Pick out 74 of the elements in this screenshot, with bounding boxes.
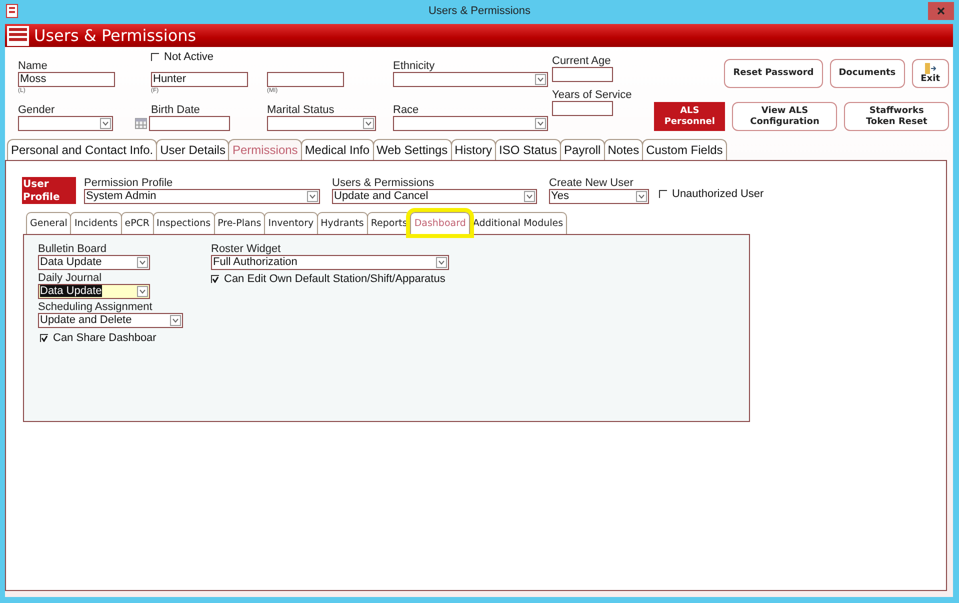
caret-icon xyxy=(535,74,546,85)
dropdown[interactable] xyxy=(393,72,548,87)
caret-icon xyxy=(170,315,181,326)
dropdown[interactable]: Yes xyxy=(549,189,649,204)
text-field[interactable] xyxy=(552,67,613,82)
text-field[interactable]: Hunter xyxy=(151,72,248,87)
tab[interactable]: Permissions xyxy=(228,139,302,160)
dropdown[interactable]: System Admin xyxy=(84,189,320,204)
check-icon xyxy=(41,335,48,342)
exit-door-icon xyxy=(924,62,936,74)
field-label: Permission Profile xyxy=(84,177,174,189)
field-label: Birth Date xyxy=(151,104,201,116)
field-label: Years of Service xyxy=(552,89,633,101)
field-label: Name xyxy=(18,60,48,72)
dropdown[interactable] xyxy=(393,116,548,131)
field-label: Race xyxy=(393,104,420,116)
field-label: Marital Status xyxy=(267,104,336,116)
toolbar-button[interactable]: Staffworks Token Reset xyxy=(844,102,949,131)
field-label: Current Age xyxy=(552,55,612,67)
toolbar-button[interactable]: Exit xyxy=(912,59,949,88)
dropdown[interactable] xyxy=(18,116,113,131)
dropdown[interactable]: Data Update xyxy=(38,255,150,270)
field-label: Users & Permissions xyxy=(332,177,436,189)
dropdown[interactable] xyxy=(267,116,376,131)
tab[interactable]: Personal and Contact Info. xyxy=(7,139,158,160)
caret-icon xyxy=(100,118,111,129)
text-field[interactable] xyxy=(552,101,613,116)
share-checkbox[interactable]: Can Share Dashboar xyxy=(40,332,211,344)
unauthorized-checkbox[interactable]: Unauthorized User xyxy=(659,188,764,200)
logo-icon xyxy=(7,26,29,46)
tab[interactable]: Notes xyxy=(604,139,644,160)
dropdown[interactable]: Full Authorization xyxy=(211,255,449,270)
text-field[interactable] xyxy=(267,72,344,87)
caret-icon xyxy=(137,257,148,268)
field-label: Daily Journal xyxy=(38,272,103,284)
text-field[interactable]: Moss xyxy=(18,72,115,87)
field-label: Roster Widget xyxy=(211,243,282,255)
caret-icon xyxy=(137,286,148,297)
dropdown[interactable]: Update and Delete xyxy=(38,313,183,328)
caret-icon xyxy=(363,118,374,129)
check-icon xyxy=(212,276,219,283)
close-icon xyxy=(937,7,945,15)
tab[interactable]: History xyxy=(450,139,496,160)
tab[interactable]: Web Settings xyxy=(372,139,452,160)
app-icon xyxy=(6,4,18,18)
field-label: Gender xyxy=(18,104,56,116)
toolbar-button[interactable]: View ALS Configuration xyxy=(732,102,838,131)
toolbar-button[interactable]: ALS Personnel xyxy=(654,102,726,131)
window-title: Users & Permissions xyxy=(428,5,531,17)
field-label: Ethnicity xyxy=(393,60,436,72)
tab[interactable]: Medical Info xyxy=(300,139,374,160)
tab[interactable]: General xyxy=(26,212,72,234)
caret-icon xyxy=(307,191,318,202)
toolbar-button[interactable]: Reset Password xyxy=(724,59,823,88)
section-badge: User Profile xyxy=(22,177,76,204)
tab[interactable]: Custom Fields xyxy=(642,139,727,160)
dropdown[interactable]: Data Update xyxy=(38,284,150,299)
caret-icon xyxy=(535,118,546,129)
close-button[interactable] xyxy=(928,2,954,20)
tab[interactable]: ISO Status xyxy=(495,139,562,160)
tab[interactable]: User Details xyxy=(156,139,230,160)
tab[interactable]: Payroll xyxy=(560,139,605,160)
edit-station-checkbox[interactable]: Can Edit Own Default Station/Shift/Apparatus xyxy=(211,273,449,285)
field-label: Bulletin Board xyxy=(38,243,108,255)
field-label: Scheduling Assignment xyxy=(38,301,154,313)
caret-icon xyxy=(524,191,535,202)
field-label: Create New User xyxy=(549,177,634,189)
dropdown[interactable]: Update and Cancel xyxy=(332,189,537,204)
caret-icon xyxy=(436,257,447,268)
caret-icon xyxy=(636,191,647,202)
toolbar-button[interactable]: Documents xyxy=(830,59,905,88)
date-field[interactable] xyxy=(149,116,230,131)
not-active-checkbox[interactable]: Not Active xyxy=(151,51,267,63)
header-title: Users & Permissions xyxy=(34,26,196,45)
